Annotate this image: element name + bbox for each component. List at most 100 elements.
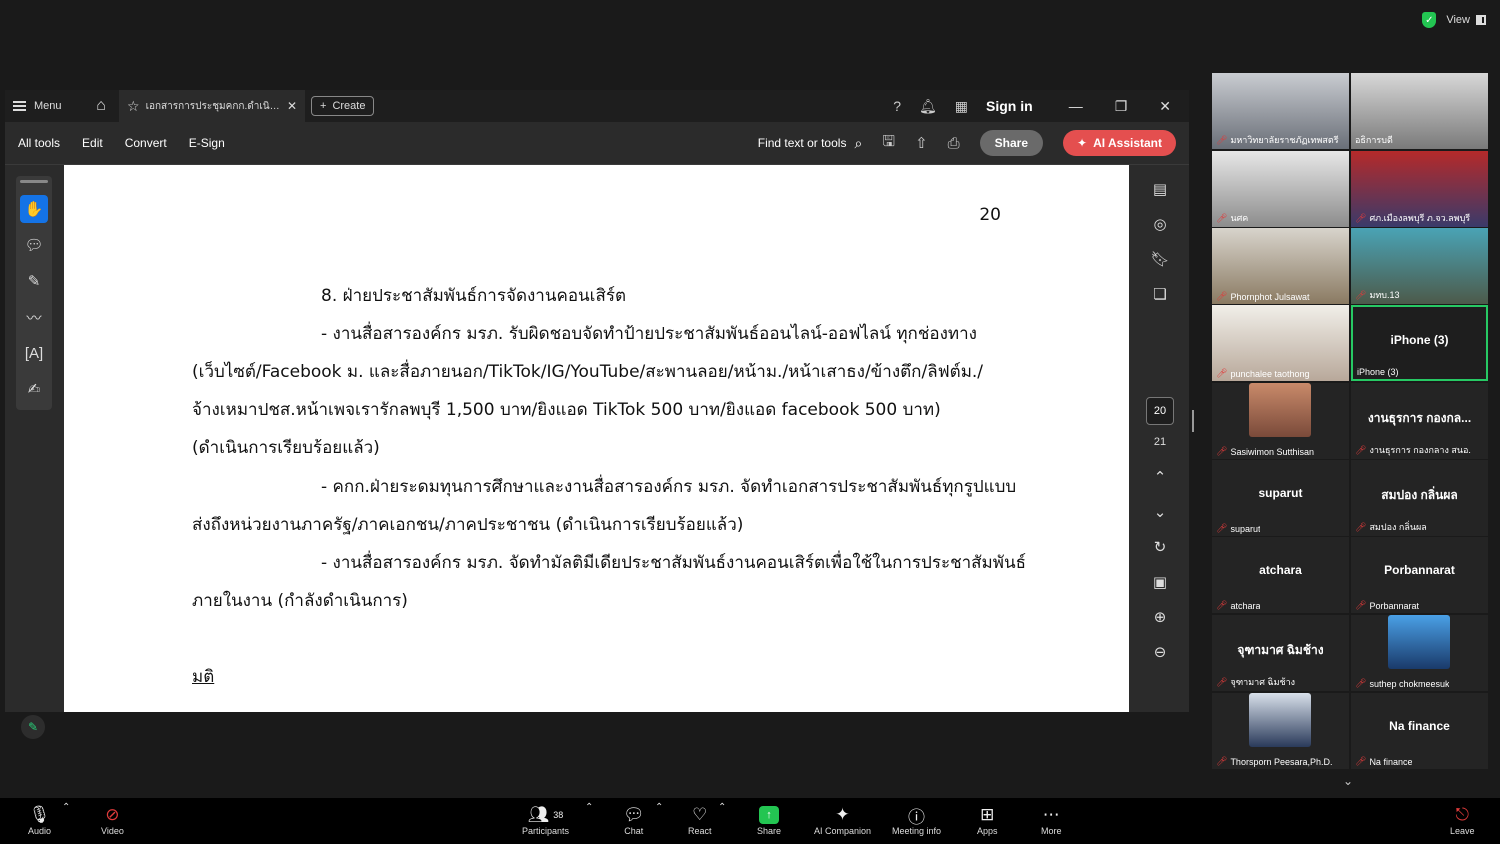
draw-icon[interactable]: 〰 [20, 303, 48, 331]
participant-tile[interactable]: 🎤︎ Sasiwimon Sutthisan [1212, 383, 1349, 459]
view-layout-icon [1476, 15, 1486, 25]
audio-button[interactable]: 🎙︎ Audio [28, 804, 51, 836]
bell-icon[interactable]: 🔔︎ [919, 98, 937, 115]
participant-tile[interactable]: suparut 🎤︎ suparut [1212, 460, 1349, 536]
participant-tile[interactable]: 🎤︎ ศภ.เมืองลพบุรี ภ.จว.ลพบุรี [1351, 151, 1488, 227]
esign-tab[interactable]: E-Sign [189, 136, 225, 150]
sign-icon[interactable]: ✍ [20, 375, 48, 403]
ai-summary-icon[interactable]: ▤ [1145, 171, 1175, 206]
apps-grid-icon[interactable]: ▦ [955, 98, 968, 115]
share-screen-button[interactable]: ↑ Share [757, 804, 781, 836]
share-screen-icon: ↑ [759, 806, 780, 824]
participant-tile[interactable]: 🎤︎ Phornphot Julsawat [1212, 228, 1349, 304]
edit-tab[interactable]: Edit [82, 136, 103, 150]
participant-tile[interactable]: 🎤︎ มทบ.13 [1351, 228, 1488, 304]
participant-tile[interactable]: 🎤︎ นศค [1212, 151, 1349, 227]
muted-mic-icon: 🎤︎ [1355, 678, 1367, 688]
share-label: Share [757, 826, 782, 836]
document-tab[interactable]: ☆ เอกสารการประชุมคกก.ดำเนินง... ✕ [119, 90, 305, 122]
convert-tab[interactable]: Convert [125, 136, 167, 150]
hand-tool-icon[interactable]: ✋ [20, 195, 48, 223]
sign-in-button[interactable]: Sign in [986, 98, 1033, 114]
all-tools-tab[interactable]: All tools [18, 136, 60, 150]
ai-companion-button[interactable]: ✦ AI Companion [814, 804, 871, 836]
chevron-up-icon[interactable]: ⌃ [1145, 459, 1175, 494]
participant-tile[interactable]: 🎤︎ punchalee taothong [1212, 305, 1349, 381]
leave-button[interactable]: ⎋ Leave [1450, 804, 1475, 836]
zoom-out-icon[interactable]: ⊖ [1145, 634, 1175, 669]
chat-label: Chat [624, 826, 644, 836]
share-button[interactable]: Share [979, 130, 1044, 156]
comment-icon[interactable]: 💬︎ [20, 231, 48, 259]
participant-tile[interactable]: สมปอง กลิ่นผล 🎤︎ สมปอง กลิ่นผล [1351, 460, 1488, 536]
participant-tile[interactable]: จุฑามาศ ฉิมช้าง 🎤︎ จุฑามาศ ฉิมช้าง [1212, 615, 1349, 691]
highlight-pen-icon[interactable]: ✎ [20, 267, 48, 295]
react-options-caret[interactable]: ⌃ [718, 802, 726, 813]
participant-tile[interactable]: Porbannarat 🎤︎ Porbannarat [1351, 537, 1488, 613]
doc-line: ส่งถึงหน่วยงานภาครัฐ/ภาคเอกชน/ภาคประชาชน… [192, 515, 744, 535]
chevron-down-icon[interactable]: ⌄ [1145, 494, 1175, 529]
participant-name: atchara [1230, 600, 1261, 611]
muted-mic-icon: 🎤︎ [1216, 523, 1228, 533]
close-window-icon[interactable]: ✕ [1159, 98, 1171, 115]
current-page-box[interactable]: 20 [1146, 397, 1174, 425]
help-icon[interactable]: ? [893, 98, 901, 114]
doc-line: ภายในงาน (กำลังดำเนินการ) [192, 591, 408, 611]
close-tab-icon[interactable]: ✕ [287, 99, 297, 113]
apps-label: Apps [977, 826, 998, 836]
annotate-pen-icon[interactable]: ✎ [21, 715, 45, 739]
text-select-icon[interactable]: [A] [20, 339, 48, 367]
acrobat-tab-bar: Menu ⌂ ☆ เอกสารการประชุมคกก.ดำเนินง... ✕… [5, 90, 1189, 122]
menu-button[interactable]: Menu [13, 100, 83, 112]
home-icon[interactable]: ⌂ [83, 97, 119, 115]
participant-tile[interactable]: atchara 🎤︎ atchara [1212, 537, 1349, 613]
participant-tile[interactable]: 🎤︎ Thorsporn Peesara,Ph.D. [1212, 693, 1349, 769]
rotate-icon[interactable]: ↻ [1145, 529, 1175, 564]
meeting-info-button[interactable]: ⓘ Meeting info [892, 804, 941, 837]
audio-options-caret[interactable]: ⌃ [62, 802, 70, 813]
star-icon[interactable]: ☆ [127, 98, 140, 115]
page-fit-icon[interactable]: ▣ [1145, 564, 1175, 599]
participants-button[interactable]: 👥︎ 38 Participants [522, 804, 569, 836]
find-text-button[interactable]: Find text or tools ⌕ [758, 135, 863, 152]
create-button[interactable]: + Create [311, 96, 375, 116]
more-dots-icon: ⋯ [1042, 805, 1060, 824]
ai-sparkle-icon: ✦ [1077, 136, 1088, 150]
save-icon[interactable]: 🖫 [882, 131, 895, 156]
participant-tile[interactable]: 🎤︎ suthep chokmeesuk [1351, 615, 1488, 691]
gallery-next-page-icon[interactable]: ⌄ [1343, 774, 1353, 788]
participant-tile[interactable]: Na finance 🎤︎ Na finance [1351, 693, 1488, 769]
apps-button[interactable]: ⊞ Apps [977, 804, 998, 836]
chat-button[interactable]: 💬︎ Chat [623, 804, 645, 836]
gallery-resize-handle[interactable] [1192, 410, 1194, 432]
bookmark-icon[interactable]: 🔖︎ [1145, 241, 1175, 276]
muted-mic-icon: 🎤︎ [1216, 756, 1228, 766]
restore-icon[interactable]: ❐ [1115, 98, 1128, 115]
participant-tile-active-speaker[interactable]: iPhone (3) iPhone (3) [1351, 305, 1488, 381]
participant-name: Phornphot Julsawat [1230, 291, 1310, 302]
upload-cloud-icon[interactable]: ⇧ [915, 134, 928, 152]
total-pages: 21 [1153, 436, 1167, 448]
react-button[interactable]: ♡ React [688, 804, 712, 836]
participant-tile[interactable]: งานธุรการ กองกล... 🎤︎ งานธุรการ กองกลาง ส… [1351, 383, 1488, 459]
resolution-heading: มติ [192, 667, 215, 687]
minimize-icon[interactable]: — [1069, 98, 1083, 115]
ai-assistant-button[interactable]: ✦ AI Assistant [1063, 130, 1176, 156]
view-button[interactable]: View [1446, 14, 1486, 26]
more-button[interactable]: ⋯ More [1041, 804, 1062, 836]
rail-handle[interactable] [20, 180, 48, 183]
print-icon[interactable]: ⎙ [948, 135, 960, 152]
participant-tile[interactable]: 🎤︎ มหาวิทยาลัยราชภัฏเทพสตรี [1212, 73, 1349, 149]
participant-display-name: Porbannarat [1384, 563, 1455, 577]
comments-panel-icon[interactable]: ◎ [1145, 206, 1175, 241]
participant-display-name: งานธุรการ กองกล... [1367, 411, 1472, 425]
pages-icon[interactable]: ❏ [1145, 276, 1175, 311]
chat-options-caret[interactable]: ⌃ [655, 802, 663, 813]
page-number-text: 20 [979, 205, 1001, 225]
plus-icon: + [320, 100, 327, 112]
participants-options-caret[interactable]: ⌃ [585, 802, 593, 813]
encryption-shield-icon[interactable]: ✓ [1422, 12, 1437, 28]
zoom-in-icon[interactable]: ⊕ [1145, 599, 1175, 634]
video-button[interactable]: ⊘ Video [101, 804, 124, 836]
participant-tile[interactable]: อธิการบดี [1351, 73, 1488, 149]
